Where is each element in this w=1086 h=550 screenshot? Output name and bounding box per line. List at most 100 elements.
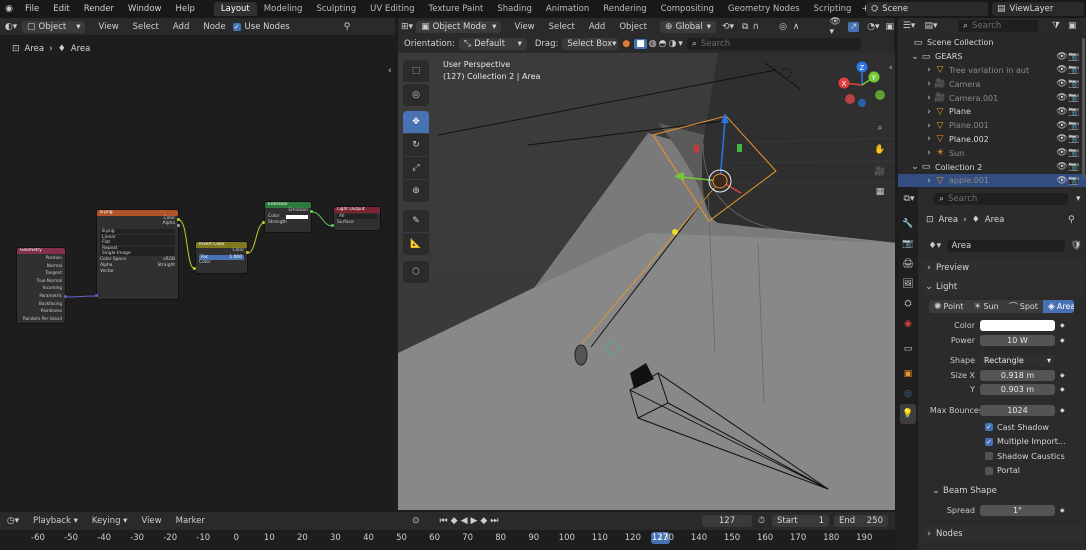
expand-chevron-icon[interactable]: › [924, 134, 934, 144]
socket-image-vector[interactable] [95, 294, 98, 297]
spread-keyframe-icon[interactable]: ◆ [1060, 507, 1065, 514]
add-cube-tool-icon[interactable]: ⬡ [403, 261, 429, 283]
object-tab-icon[interactable]: ▣ [900, 364, 916, 384]
source-dropdown[interactable]: Single Image [100, 251, 175, 256]
expand-chevron-icon[interactable]: ⌄ [910, 162, 920, 172]
tab-scripting[interactable]: Scripting [807, 2, 859, 16]
render-camera-icon[interactable]: 📷 [1068, 162, 1080, 172]
tab-rendering[interactable]: Rendering [596, 2, 653, 16]
visibility-eye-icon[interactable]: 👁 [1056, 52, 1068, 62]
viewport-sidebar-toggle-icon[interactable]: ‹ [889, 63, 893, 73]
node-editor[interactable]: ◐▾ ▢ Object ▾ View Select Add Node ✓ Use… [0, 18, 395, 510]
datablock-name-field[interactable]: Area [946, 239, 1065, 252]
timeline-menu-view[interactable]: View [134, 516, 168, 526]
snap-icon[interactable]: ⧉ [742, 22, 748, 32]
menu-render[interactable]: Render [77, 4, 121, 14]
expand-chevron-icon[interactable]: › [924, 121, 934, 131]
power-field[interactable]: 10 W [980, 334, 1055, 346]
size-x-keyframe-icon[interactable]: ◆ [1060, 372, 1065, 379]
projection-dropdown[interactable]: Flat [100, 240, 175, 245]
render-camera-icon[interactable]: 📷 [1068, 148, 1080, 158]
expand-chevron-icon[interactable]: › [924, 176, 934, 186]
properties-search[interactable]: ⌕ Search [934, 193, 1068, 205]
option-checkbox[interactable] [985, 466, 993, 475]
image-file-field[interactable]: 8.png [100, 229, 175, 234]
node-geometry[interactable]: Geometry Position Normal Tangent True No… [16, 247, 66, 324]
tab-geometry-nodes[interactable]: Geometry Nodes [721, 2, 807, 16]
outliner-item[interactable]: › ▽ Plane.001 👁 📷 [898, 119, 1086, 133]
render-camera-icon[interactable]: 📷 [1068, 52, 1080, 62]
current-frame-field[interactable]: 127 [702, 515, 752, 527]
play-reverse-icon[interactable]: ◀ [461, 516, 468, 526]
size-x-field[interactable]: 0.918 m [980, 369, 1055, 381]
expand-chevron-icon[interactable]: › [924, 65, 934, 75]
outliner-item[interactable]: › ▽ Plane 👁 📷 [898, 105, 1086, 119]
light-option-row[interactable]: Shadow Caustics [985, 449, 1080, 464]
viewport-editor-type-icon[interactable]: ⊞▾ [398, 22, 416, 32]
timeline-menu-marker[interactable]: Marker [169, 516, 212, 526]
display-mode-icon[interactable]: ▤▾ [920, 21, 942, 31]
blender-logo-icon[interactable]: ◉ [0, 4, 18, 14]
tool-tab-icon[interactable]: 🔧 [900, 214, 916, 234]
socket-image-alpha[interactable] [177, 224, 180, 227]
power-keyframe-icon[interactable]: ◆ [1060, 337, 1065, 344]
size-y-field[interactable]: 0.903 m [980, 383, 1055, 395]
render-camera-icon[interactable]: 📷 [1068, 121, 1080, 131]
tab-compositing[interactable]: Compositing [654, 2, 721, 16]
prop-pin-icon[interactable]: ⚲ [1068, 215, 1075, 225]
outliner-item[interactable]: › 🎥 Camera 👁 📷 [898, 77, 1086, 91]
scene-selector[interactable]: ⛭ Scene [866, 2, 988, 16]
transform-orientation-dropdown[interactable]: ⊕ Global ▾ [660, 20, 716, 33]
tab-layout[interactable]: Layout [213, 2, 257, 16]
menu-edit[interactable]: Edit [46, 4, 76, 14]
timeline-menu-playback[interactable]: Playback ▾ [26, 516, 85, 526]
spread-field[interactable]: 1° [980, 504, 1055, 516]
visibility-eye-icon[interactable]: 👁 [1056, 107, 1068, 117]
option-checkbox[interactable] [985, 452, 993, 461]
next-key-icon[interactable]: ◆ [480, 516, 487, 526]
light-type-sun[interactable]: ☀ Sun [968, 300, 1004, 313]
visibility-eye-icon[interactable]: 👁 [1056, 93, 1068, 103]
invert-fac-field[interactable]: Fac 1.000 [199, 254, 244, 260]
jump-end-icon[interactable]: ⏭ [490, 516, 498, 526]
visibility-eye-icon[interactable]: 👁 [1056, 65, 1068, 75]
render-camera-icon[interactable]: 📷 [1068, 93, 1080, 103]
outliner-item[interactable]: › 🎥 Camera.001 👁 📷 [898, 91, 1086, 105]
socket-image-color[interactable] [177, 218, 180, 221]
stopwatch-icon[interactable]: ⏱ [758, 516, 765, 526]
nodes-panel-header[interactable]: › Nodes [922, 526, 1082, 542]
node-emission[interactable]: Emission Emission Color Strength [264, 201, 312, 233]
viewport-menu-select[interactable]: Select [542, 22, 582, 32]
outliner-scrollbar[interactable] [1082, 38, 1085, 178]
color-keyframe-icon[interactable]: ◆ [1060, 322, 1065, 329]
outliner-item[interactable]: › ▽ Tree variation in aut 👁 📷 [898, 64, 1086, 78]
filter-icon[interactable]: ⧩ [1052, 21, 1060, 31]
start-frame-field[interactable]: Start 1 [772, 515, 829, 527]
outliner[interactable]: ☰▾ ▤▾ ⌕ Search ⧩ ▣ ▭ Scene Collection ⌄ ▭ GE… [898, 18, 1086, 188]
orientation-dropdown[interactable]: ⤡ Default ▾ [458, 38, 527, 50]
tab-sculpting[interactable]: Sculpting [309, 2, 363, 16]
shading-wireframe-icon[interactable]: ◍ [649, 39, 657, 49]
option-checkbox[interactable]: ✓ [985, 437, 993, 446]
xray-icon[interactable]: ▣ [885, 22, 894, 32]
menu-window[interactable]: Window [121, 4, 169, 14]
node-light-output[interactable]: Light Output All Surface [333, 206, 381, 231]
timeline-type-icon[interactable]: ◷▾ [0, 516, 26, 526]
outliner-item[interactable]: ⌄ ▭ GEARS 👁 📷 [898, 50, 1086, 64]
tab-modeling[interactable]: Modeling [257, 2, 310, 16]
output-tab-icon[interactable]: 🖨 [900, 254, 916, 274]
mode-dropdown[interactable]: ▣ Object Mode ▾ [416, 20, 502, 33]
ortho-grid-icon[interactable]: ▦ [870, 183, 890, 201]
expand-chevron-icon[interactable]: › [924, 79, 934, 89]
shading-material-icon[interactable]: ◓ [659, 39, 667, 49]
visibility-eye-icon[interactable]: 👁 [1056, 162, 1068, 172]
outliner-item[interactable]: › ▽ apple.001 👁 📷 [898, 173, 1086, 188]
render-camera-icon[interactable]: 📷 [1068, 65, 1080, 75]
overlay-toggle-icon[interactable]: ◔▾ [867, 22, 879, 32]
magnet-icon[interactable]: ∩ [752, 22, 759, 32]
emission-color-swatch[interactable] [286, 215, 308, 219]
visibility-eye-icon[interactable]: 👁 [1056, 134, 1068, 144]
interpolation-dropdown[interactable]: Linear [100, 234, 175, 240]
render-camera-icon[interactable]: 📷 [1068, 107, 1080, 117]
drag-dropdown[interactable]: Select Box ▾ [562, 38, 619, 50]
